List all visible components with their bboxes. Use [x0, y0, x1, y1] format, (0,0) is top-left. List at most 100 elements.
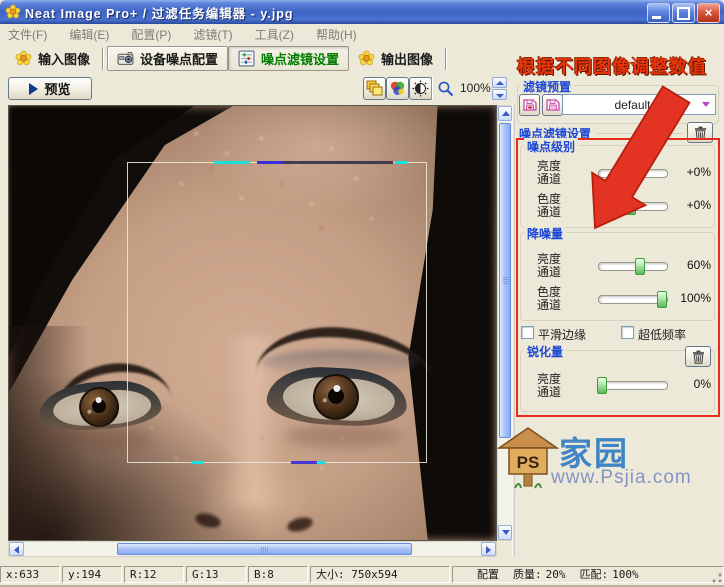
menu-tools[interactable]: 工具(Z) [255, 26, 294, 43]
ultra-low-freq-checkbox[interactable] [621, 326, 634, 339]
slider-thumb[interactable] [626, 165, 636, 182]
ultra-low-freq-label: 超低频率 [638, 326, 686, 343]
noise-level-label: 噪点级别 [524, 138, 578, 155]
reset-sharpen-button[interactable] [685, 346, 711, 367]
slider-thumb[interactable] [597, 377, 607, 394]
preset-value: default [563, 98, 702, 112]
status-g: G:13 [186, 566, 246, 583]
load-preset-button[interactable] [519, 94, 540, 116]
channel-label: 色度通道 [537, 193, 565, 219]
trash-icon [692, 350, 705, 364]
status-quality-label: 质量: [513, 566, 542, 582]
chrominance-reduction-slider[interactable] [598, 295, 668, 304]
horizontal-scroll-thumb[interactable] [117, 543, 412, 555]
menu-help[interactable]: 帮助(H) [316, 26, 357, 43]
minimize-icon [652, 16, 661, 19]
preview-label: 预览 [44, 79, 70, 98]
channel-view-button[interactable] [386, 77, 409, 100]
tab-separator [445, 48, 447, 70]
status-profile-segment: 配置 质量: 20% 匹配: 100% [452, 566, 724, 583]
status-profile-label: 配置 [477, 566, 499, 582]
maximize-button[interactable] [672, 3, 695, 23]
vertical-scroll-thumb[interactable] [499, 123, 511, 438]
menu-filter[interactable]: 滤镜(T) [193, 26, 232, 43]
title-bar[interactable]: Neat Image Pro+ / 过滤任务编辑器 - y.jpg × [0, 0, 724, 24]
artifact-line [191, 461, 203, 464]
luminance-reduction-slider[interactable] [598, 262, 668, 271]
image-preview[interactable] [8, 105, 497, 541]
app-window: Neat Image Pro+ / 过滤任务编辑器 - y.jpg × 文件(F… [0, 0, 724, 587]
status-quality-value: 20% [546, 568, 566, 581]
channel-label: 亮度通道 [537, 160, 565, 186]
horizontal-scrollbar[interactable] [8, 541, 497, 557]
cascade-views-button[interactable] [363, 77, 386, 100]
svg-text:PS: PS [517, 453, 540, 472]
app-flower-icon [5, 4, 21, 20]
save-preset-button[interactable] [542, 94, 563, 116]
tab-device-noise-profile[interactable]: 设备噪点配置 [107, 46, 228, 71]
smooth-edges-label: 平滑边缘 [538, 326, 586, 343]
scroll-down-button[interactable] [498, 525, 512, 540]
chrominance-noise-level-slider[interactable] [598, 202, 668, 211]
scroll-left-button[interactable] [9, 542, 24, 556]
tab-input-image[interactable]: 输入图像 [6, 47, 99, 70]
artifact-line [291, 461, 317, 464]
slider-value: +0% [673, 198, 711, 212]
artifact-line [283, 161, 393, 164]
zoom-in-button[interactable] [492, 77, 507, 88]
window-title: Neat Image Pro+ / 过滤任务编辑器 - y.jpg [25, 3, 294, 22]
sliders-icon [238, 50, 255, 67]
smooth-edges-checkbox[interactable] [521, 326, 534, 339]
status-match-label: 匹配: [580, 566, 609, 582]
resize-grip[interactable] [711, 572, 723, 584]
toolbar-separator [431, 77, 433, 100]
artifact-line [395, 161, 407, 164]
noise-reduction-label: 降噪量 [524, 225, 566, 242]
preview-button[interactable]: 预览 [8, 77, 92, 100]
load-preset-icon [523, 98, 537, 112]
channel-label: 色度通道 [537, 286, 565, 312]
scroll-up-button[interactable] [498, 106, 512, 121]
flower-icon [15, 50, 32, 67]
menu-profile[interactable]: 配置(P) [131, 26, 171, 43]
status-bar: x:633 y:194 R:12 G:13 B:8 大小: 750x594 配置… [0, 563, 724, 585]
luminance-noise-level-slider[interactable] [598, 169, 668, 178]
status-y: y:194 [62, 566, 122, 583]
close-button[interactable]: × [697, 3, 720, 23]
tab-output-label: 输出图像 [381, 49, 433, 68]
slider-thumb[interactable] [635, 258, 645, 275]
selection-rectangle[interactable] [127, 162, 427, 463]
status-b: B:8 [248, 566, 308, 583]
zoom-level: 100% [460, 81, 491, 95]
slider-thumb[interactable] [626, 198, 636, 215]
flower-icon [358, 50, 375, 67]
channel-label: 亮度通道 [537, 253, 565, 279]
brightness-view-button[interactable] [409, 77, 432, 100]
slider-value: 0% [673, 377, 711, 391]
sharpen-slider[interactable] [598, 381, 668, 390]
tab-noise-filter-settings[interactable]: 噪点滤镜设置 [228, 46, 349, 71]
status-r: R:12 [124, 566, 184, 583]
watermark-house-icon: PS [497, 426, 559, 492]
slider-value: +0% [673, 165, 711, 179]
preset-group-label: 滤镜预置 [520, 78, 574, 95]
preset-dropdown[interactable]: default [562, 94, 716, 115]
tab-filter-label: 噪点滤镜设置 [261, 49, 339, 68]
scroll-right-button[interactable] [481, 542, 496, 556]
toolbar: 预览 [0, 72, 515, 104]
rgb-channels-icon [389, 80, 406, 97]
watermark-url[interactable]: www.Psjia.com [551, 467, 692, 489]
menu-file[interactable]: 文件(F) [8, 26, 47, 43]
tab-output-image[interactable]: 输出图像 [349, 47, 442, 70]
menu-edit[interactable]: 编辑(E) [69, 26, 109, 43]
slider-thumb[interactable] [657, 291, 667, 308]
sharpen-label: 锐化量 [524, 343, 566, 360]
chevron-down-icon [702, 102, 710, 107]
camera-icon [117, 50, 134, 67]
slider-value: 100% [673, 291, 711, 305]
status-x: x:633 [0, 566, 60, 583]
status-match-value: 100% [612, 568, 639, 581]
minimize-button[interactable] [647, 3, 670, 23]
zoom-out-button[interactable] [492, 89, 507, 100]
artifact-line [257, 161, 283, 164]
